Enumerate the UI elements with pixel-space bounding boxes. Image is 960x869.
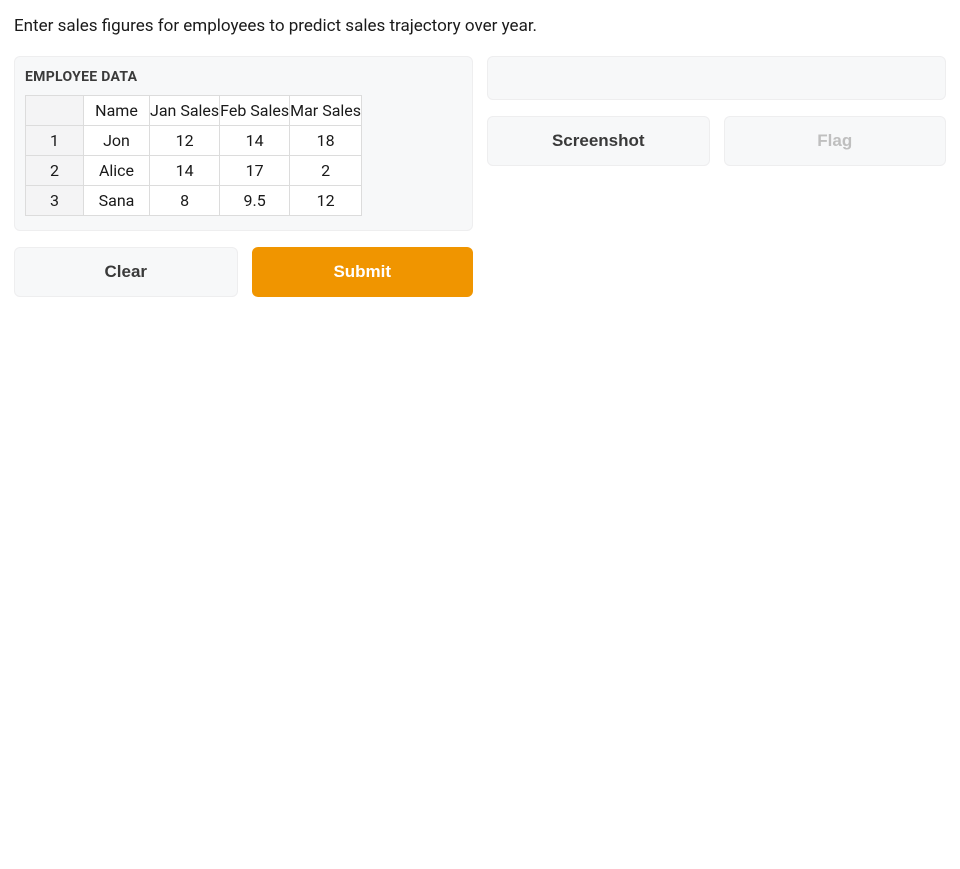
cell-jan[interactable]: 14: [150, 155, 220, 185]
column-header-feb[interactable]: Feb Sales: [220, 95, 290, 125]
cell-mar[interactable]: 12: [290, 185, 362, 215]
row-index[interactable]: 3: [26, 185, 84, 215]
cell-jan[interactable]: 8: [150, 185, 220, 215]
row-index[interactable]: 1: [26, 125, 84, 155]
output-button-row: Screenshot Flag: [487, 116, 946, 166]
table-row: 3 Sana 8 9.5 12: [26, 185, 362, 215]
employee-data-panel: EMPLOYEE DATA Name Jan Sales Feb Sales M…: [14, 56, 473, 231]
column-header-jan[interactable]: Jan Sales: [150, 95, 220, 125]
table-row: 1 Jon 12 14 18: [26, 125, 362, 155]
cell-feb[interactable]: 14: [220, 125, 290, 155]
cell-name[interactable]: Sana: [84, 185, 150, 215]
cell-jan[interactable]: 12: [150, 125, 220, 155]
screenshot-button[interactable]: Screenshot: [487, 116, 710, 166]
row-index[interactable]: 2: [26, 155, 84, 185]
cell-mar[interactable]: 2: [290, 155, 362, 185]
page-description: Enter sales figures for employees to pre…: [14, 14, 946, 40]
column-header-mar[interactable]: Mar Sales: [290, 95, 362, 125]
cell-feb[interactable]: 17: [220, 155, 290, 185]
right-column: Screenshot Flag: [487, 56, 946, 166]
table-row: 2 Alice 14 17 2: [26, 155, 362, 185]
cell-name[interactable]: Jon: [84, 125, 150, 155]
employee-data-table[interactable]: Name Jan Sales Feb Sales Mar Sales 1 Jon…: [25, 95, 362, 216]
clear-button[interactable]: Clear: [14, 247, 238, 297]
input-button-row: Clear Submit: [14, 247, 473, 297]
employee-data-label: EMPLOYEE DATA: [25, 69, 462, 85]
main-columns: EMPLOYEE DATA Name Jan Sales Feb Sales M…: [14, 56, 946, 297]
cell-name[interactable]: Alice: [84, 155, 150, 185]
table-corner: [26, 95, 84, 125]
cell-feb[interactable]: 9.5: [220, 185, 290, 215]
flag-button[interactable]: Flag: [724, 116, 947, 166]
output-panel: [487, 56, 946, 100]
cell-mar[interactable]: 18: [290, 125, 362, 155]
left-column: EMPLOYEE DATA Name Jan Sales Feb Sales M…: [14, 56, 473, 297]
submit-button[interactable]: Submit: [252, 247, 474, 297]
column-header-name[interactable]: Name: [84, 95, 150, 125]
